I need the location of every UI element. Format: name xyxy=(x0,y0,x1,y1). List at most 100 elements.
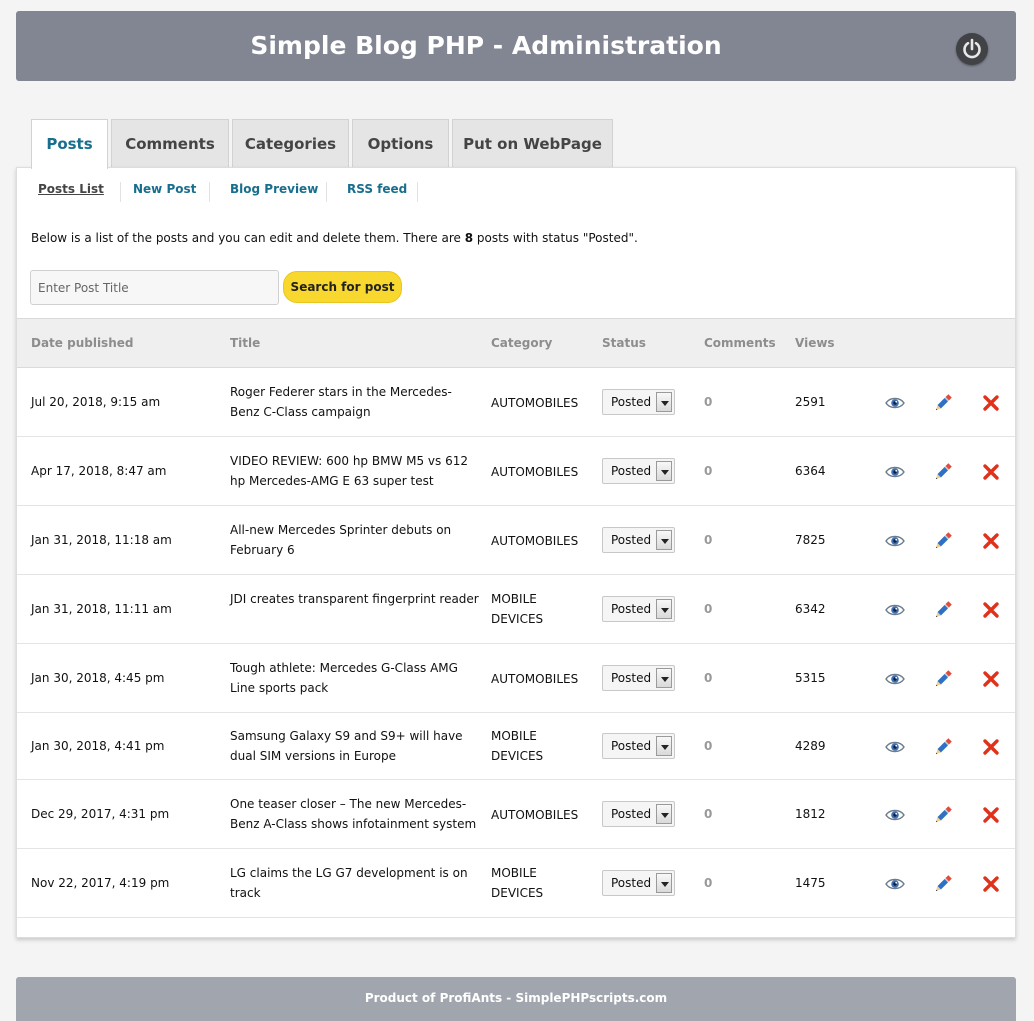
post-comments-count: 0 xyxy=(704,533,713,547)
edit-icon[interactable] xyxy=(932,530,954,552)
edit-icon[interactable] xyxy=(932,804,954,826)
view-icon[interactable] xyxy=(884,392,906,414)
delete-icon[interactable] xyxy=(980,736,1002,758)
post-views: 6342 xyxy=(795,602,826,616)
edit-icon[interactable] xyxy=(932,392,954,414)
view-icon[interactable] xyxy=(884,804,906,826)
status-select[interactable]: Posted xyxy=(602,870,675,896)
delete-icon[interactable] xyxy=(980,392,1002,414)
post-views: 7825 xyxy=(795,533,826,547)
view-icon[interactable] xyxy=(884,736,906,758)
status-value: Posted xyxy=(611,464,652,478)
column-status: Status xyxy=(602,336,646,350)
status-select[interactable]: Posted xyxy=(602,389,675,415)
tab-options[interactable]: Options xyxy=(352,119,449,167)
post-views: 6364 xyxy=(795,464,826,478)
post-title: VIDEO REVIEW: 600 hp BMW M5 vs 612 hp Me… xyxy=(230,454,468,488)
status-select[interactable]: Posted xyxy=(602,665,675,691)
delete-icon[interactable] xyxy=(980,804,1002,826)
column-category: Category xyxy=(491,336,553,350)
post-comments-count: 0 xyxy=(704,807,713,821)
chevron-down-icon[interactable] xyxy=(656,461,672,481)
post-comments-count: 0 xyxy=(704,876,713,890)
edit-icon[interactable] xyxy=(932,668,954,690)
view-icon[interactable] xyxy=(884,668,906,690)
post-views: 1812 xyxy=(795,807,826,821)
table-row: Jan 31, 2018, 11:18 am All-new Mercedes S… xyxy=(17,506,1015,575)
intro-text-end: posts with status "Posted". xyxy=(473,231,638,245)
chevron-down-icon[interactable] xyxy=(656,804,672,824)
post-comments-count: 0 xyxy=(704,464,713,478)
edit-icon[interactable] xyxy=(932,599,954,621)
tab-put-on-webpage[interactable]: Put on WebPage xyxy=(452,119,613,167)
column-title: Title xyxy=(230,336,261,350)
post-category: AUTOMOBILES xyxy=(491,465,579,479)
edit-icon[interactable] xyxy=(932,736,954,758)
post-date: Jan 30, 2018, 4:45 pm xyxy=(31,671,165,685)
status-value: Posted xyxy=(611,395,652,409)
subnav-posts-list[interactable]: Posts List xyxy=(38,182,104,196)
post-title: JDI creates transparent fingerprint read… xyxy=(230,592,479,606)
intro-text: Below is a list of the posts and you can… xyxy=(31,231,465,245)
power-icon[interactable] xyxy=(956,33,988,65)
post-title: Tough athlete: Mercedes G-Class AMG Line… xyxy=(230,661,458,695)
column-date: Date published xyxy=(31,336,134,350)
table-row: Apr 17, 2018, 8:47 am VIDEO REVIEW: 600 h… xyxy=(17,437,1015,506)
delete-icon[interactable] xyxy=(980,461,1002,483)
status-select[interactable]: Posted xyxy=(602,596,675,622)
post-title: All-new Mercedes Sprinter debuts on Febr… xyxy=(230,523,452,557)
table-row: Jan 31, 2018, 11:11 am JDI creates transp… xyxy=(17,575,1015,644)
post-date: Apr 17, 2018, 8:47 am xyxy=(31,464,167,478)
status-select[interactable]: Posted xyxy=(602,733,675,759)
column-comments: Comments xyxy=(704,336,776,350)
post-date: Nov 22, 2017, 4:19 pm xyxy=(31,876,170,890)
table-row: Jan 30, 2018, 4:41 pm Samsung Galaxy S9 a… xyxy=(17,713,1015,780)
tab-categories[interactable]: Categories xyxy=(232,119,349,167)
chevron-down-icon[interactable] xyxy=(656,530,672,550)
chevron-down-icon[interactable] xyxy=(656,599,672,619)
tab-comments[interactable]: Comments xyxy=(111,119,229,167)
post-views: 1475 xyxy=(795,876,826,890)
search-button[interactable]: Search for post xyxy=(283,271,402,303)
search-input[interactable] xyxy=(30,270,279,305)
view-icon[interactable] xyxy=(884,461,906,483)
delete-icon[interactable] xyxy=(980,530,1002,552)
post-comments-count: 0 xyxy=(704,602,713,616)
post-date: Jan 31, 2018, 11:18 am xyxy=(31,533,172,547)
status-select[interactable]: Posted xyxy=(602,801,675,827)
post-comments-count: 0 xyxy=(704,671,713,685)
subnav-new-post[interactable]: New Post xyxy=(133,182,196,196)
status-value: Posted xyxy=(611,876,652,890)
table-row: Jan 30, 2018, 4:45 pm Tough athlete: Merc… xyxy=(17,644,1015,713)
post-title: One teaser closer – The new Mercedes-Ben… xyxy=(230,797,477,831)
delete-icon[interactable] xyxy=(980,668,1002,690)
post-date: Jan 31, 2018, 11:11 am xyxy=(31,602,172,616)
delete-icon[interactable] xyxy=(980,599,1002,621)
subnav-rss-feed[interactable]: RSS feed xyxy=(347,182,407,196)
post-date: Jan 30, 2018, 4:41 pm xyxy=(31,739,165,753)
chevron-down-icon[interactable] xyxy=(656,668,672,688)
subnav-divider xyxy=(326,182,327,202)
view-icon[interactable] xyxy=(884,530,906,552)
status-select[interactable]: Posted xyxy=(602,527,675,553)
column-views: Views xyxy=(795,336,835,350)
status-value: Posted xyxy=(611,671,652,685)
chevron-down-icon[interactable] xyxy=(656,736,672,756)
post-title: LG claims the LG G7 development is on tr… xyxy=(230,866,468,900)
post-category: AUTOMOBILES xyxy=(491,396,579,410)
view-icon[interactable] xyxy=(884,599,906,621)
status-select[interactable]: Posted xyxy=(602,458,675,484)
posts-intro: Below is a list of the posts and you can… xyxy=(31,231,638,245)
subnav-divider xyxy=(209,182,210,202)
chevron-down-icon[interactable] xyxy=(656,873,672,893)
edit-icon[interactable] xyxy=(932,873,954,895)
edit-icon[interactable] xyxy=(932,461,954,483)
table-row: Jul 20, 2018, 9:15 am Roger Federer stars… xyxy=(17,368,1015,437)
subnav-blog-preview[interactable]: Blog Preview xyxy=(230,182,318,196)
chevron-down-icon[interactable] xyxy=(656,392,672,412)
posts-panel: Posts List New Post Blog Preview RSS fee… xyxy=(16,167,1016,938)
view-icon[interactable] xyxy=(884,873,906,895)
table-row: Nov 22, 2017, 4:19 pm LG claims the LG G7… xyxy=(17,849,1015,918)
tab-posts[interactable]: Posts xyxy=(31,119,108,169)
delete-icon[interactable] xyxy=(980,873,1002,895)
